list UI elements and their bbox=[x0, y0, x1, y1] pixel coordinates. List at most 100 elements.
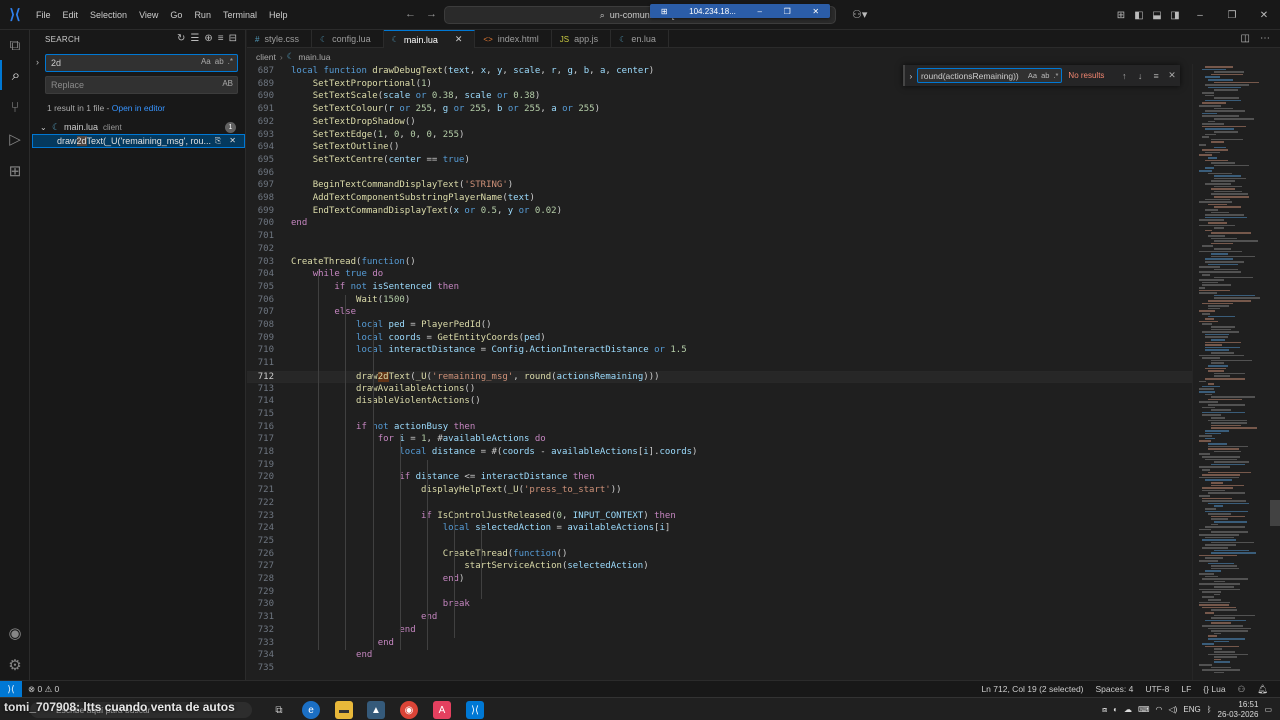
volume-icon[interactable]: ◁) bbox=[1169, 705, 1178, 714]
preserve-case-icon[interactable]: AB bbox=[222, 79, 233, 88]
code-line[interactable]: 718 local distance = #(coords - availabl… bbox=[247, 447, 1192, 460]
code-line[interactable]: 702 bbox=[247, 244, 1192, 257]
code-editor[interactable]: 687 local function drawDebugText(text, x,… bbox=[247, 64, 1192, 680]
search-icon[interactable]: ⌕ bbox=[0, 60, 30, 90]
bluetooth-icon[interactable]: ᛒ bbox=[1207, 705, 1212, 714]
restore-remote-icon[interactable]: ❐ bbox=[784, 7, 791, 16]
remote-desktop-bar[interactable]: ⊞ 104.234.18... – ❐ ✕ bbox=[650, 4, 830, 18]
clock[interactable]: 16:51 26-03-2026 bbox=[1218, 700, 1259, 720]
wifi-icon[interactable]: ◠ bbox=[1156, 705, 1163, 714]
forward-arrow-icon[interactable]: → bbox=[426, 8, 437, 20]
previous-match-icon[interactable]: ↑ bbox=[1116, 71, 1132, 81]
tab-index-html[interactable]: <> index.html bbox=[475, 30, 552, 48]
language-mode[interactable]: {} Lua bbox=[1203, 684, 1225, 695]
code-line[interactable]: 722 bbox=[247, 498, 1192, 511]
code-line[interactable]: 727 startServiceAction(selectedAction) bbox=[247, 561, 1192, 574]
menu-go[interactable]: Go bbox=[164, 0, 188, 30]
code-line[interactable]: 705 if not isSentenced then bbox=[247, 282, 1192, 295]
match-case-icon[interactable]: Aa bbox=[201, 57, 211, 66]
code-line[interactable]: 720 if distance <= interactDistance then bbox=[247, 472, 1192, 485]
code-line[interactable]: 735 bbox=[247, 663, 1192, 676]
match-whole-word-icon[interactable]: ab bbox=[215, 57, 224, 66]
breadcrumb-file[interactable]: main.lua bbox=[298, 52, 330, 62]
code-line[interactable]: 715 bbox=[247, 409, 1192, 422]
chrome-browser-icon[interactable]: ◉ bbox=[400, 701, 418, 719]
tray-app-icon[interactable]: ◐ bbox=[1113, 705, 1118, 714]
find-input[interactable]: round(actionsRemaining)) Aa ab .* bbox=[916, 68, 1063, 83]
tab-main-lua[interactable]: ☾ main.lua ✕ bbox=[383, 30, 476, 48]
code-line[interactable]: 732 end bbox=[247, 625, 1192, 638]
replace-input[interactable]: Replace AB bbox=[45, 76, 238, 94]
toggle-panel-icon[interactable]: ⬓ bbox=[1148, 10, 1166, 21]
view-as-tree-icon[interactable]: ⊟ bbox=[229, 33, 237, 44]
code-line[interactable]: 710 local interactDistance = Config.Acti… bbox=[247, 345, 1192, 358]
menu-file[interactable]: File bbox=[30, 0, 57, 30]
breadcrumb-folder[interactable]: client bbox=[256, 52, 276, 62]
collapse-all-icon[interactable]: ≡ bbox=[218, 33, 224, 44]
code-line[interactable]: 713 drawAvailableActions() bbox=[247, 384, 1192, 397]
code-line[interactable]: 729 bbox=[247, 587, 1192, 600]
code-line[interactable]: 700 end bbox=[247, 218, 1192, 231]
open-in-editor-link[interactable]: Open in editor bbox=[112, 103, 165, 113]
minimize-remote-icon[interactable]: – bbox=[758, 7, 762, 16]
code-line[interactable]: 716 if not actionBusy then bbox=[247, 422, 1192, 435]
vscode-taskbar-icon[interactable]: ⟩⟨ bbox=[466, 701, 484, 719]
close-window-icon[interactable]: ✕ bbox=[1248, 10, 1280, 21]
match-case-icon[interactable]: Aa bbox=[1028, 71, 1037, 80]
restore-icon[interactable]: ❐ bbox=[1216, 10, 1248, 21]
edge-browser-icon[interactable]: e bbox=[302, 701, 320, 719]
code-line[interactable]: 731 end bbox=[247, 612, 1192, 625]
indentation[interactable]: Spaces: 4 bbox=[1096, 684, 1134, 695]
task-view-icon[interactable]: ⧉ bbox=[270, 701, 288, 719]
tray-app-icon[interactable]: ⌨ bbox=[1138, 705, 1150, 714]
copilot-icon[interactable]: ⚇▾ bbox=[852, 8, 867, 21]
remote-indicator-icon[interactable]: ⟩⟨ bbox=[0, 681, 22, 697]
file-explorer-icon[interactable]: ▬ bbox=[335, 701, 353, 719]
code-line[interactable]: 707 else bbox=[247, 307, 1192, 320]
source-control-icon[interactable]: ⑂ bbox=[0, 92, 30, 122]
customize-layout-icon[interactable]: ⊞ bbox=[1112, 10, 1130, 21]
refresh-icon[interactable]: ↻ bbox=[177, 33, 185, 44]
tab-app-js[interactable]: JS app.js bbox=[552, 30, 612, 48]
rockstar-launcher-icon[interactable]: A bbox=[433, 701, 451, 719]
accounts-icon[interactable]: ◉ bbox=[0, 618, 30, 648]
search-input[interactable]: 2d Aa ab .* bbox=[45, 54, 238, 72]
toggle-secondary-sidebar-icon[interactable]: ◨ bbox=[1166, 10, 1184, 21]
copilot-status-icon[interactable]: ⚇ bbox=[1238, 684, 1246, 695]
tab-style-css[interactable]: # style.css bbox=[247, 30, 312, 48]
language-indicator[interactable]: ENG bbox=[1183, 705, 1200, 714]
split-editor-icon[interactable]: ◫ bbox=[1241, 33, 1250, 44]
code-line[interactable]: 723 if IsControlJustReleased(0, INPUT_CO… bbox=[247, 511, 1192, 524]
problems-indicator[interactable]: ⊗ 0 ⚠ 0 bbox=[28, 684, 59, 695]
scrollbar-thumb[interactable] bbox=[1270, 500, 1280, 526]
regex-icon[interactable]: .* bbox=[228, 57, 233, 66]
result-file-row[interactable]: ⌄ ☾ main.lua client 1 bbox=[30, 120, 245, 134]
explorer-icon[interactable]: ⧉ bbox=[0, 30, 30, 60]
next-match-icon[interactable]: ↓ bbox=[1132, 71, 1148, 81]
code-line[interactable]: 695 SetTextCentre(center == true) bbox=[247, 155, 1192, 168]
code-line[interactable]: 728 end) bbox=[247, 574, 1192, 587]
tab-config-lua[interactable]: ☾ config.lua bbox=[312, 30, 384, 48]
regex-icon[interactable]: .* bbox=[1053, 71, 1058, 80]
code-line[interactable]: 725 bbox=[247, 536, 1192, 549]
code-line[interactable]: 704 while true do bbox=[247, 269, 1192, 282]
code-line[interactable]: 694 SetTextOutline() bbox=[247, 142, 1192, 155]
find-in-selection-icon[interactable]: ≡ bbox=[1148, 71, 1164, 81]
menu-view[interactable]: View bbox=[133, 0, 164, 30]
code-line[interactable]: 733 end bbox=[247, 638, 1192, 651]
cursor-position[interactable]: Ln 712, Col 19 (2 selected) bbox=[981, 684, 1083, 695]
code-line[interactable]: 708 local ped = PlayerPedId() bbox=[247, 320, 1192, 333]
close-tab-icon[interactable]: ✕ bbox=[455, 34, 463, 45]
menu-edit[interactable]: Edit bbox=[57, 0, 85, 30]
settings-gear-icon[interactable]: ⚙ bbox=[0, 650, 30, 680]
code-line[interactable]: 712 draw2dText(_U('remaining_msg', round… bbox=[247, 370, 1192, 384]
pin-icon[interactable]: ⊞ bbox=[661, 7, 668, 16]
code-line[interactable]: 690 SetTextScale(scale or 0.38, scale or… bbox=[247, 91, 1192, 104]
code-line[interactable]: 719 bbox=[247, 460, 1192, 473]
code-line[interactable]: 696 bbox=[247, 168, 1192, 181]
toggle-replace-chevron-icon[interactable]: › bbox=[36, 57, 39, 67]
code-line[interactable]: 717 for i = 1, #availableActions do bbox=[247, 434, 1192, 447]
notifications-bell-icon[interactable]: 🔔︎ bbox=[1257, 684, 1268, 695]
notifications-icon[interactable]: ▭ bbox=[1264, 705, 1272, 714]
back-arrow-icon[interactable]: ← bbox=[405, 8, 416, 20]
